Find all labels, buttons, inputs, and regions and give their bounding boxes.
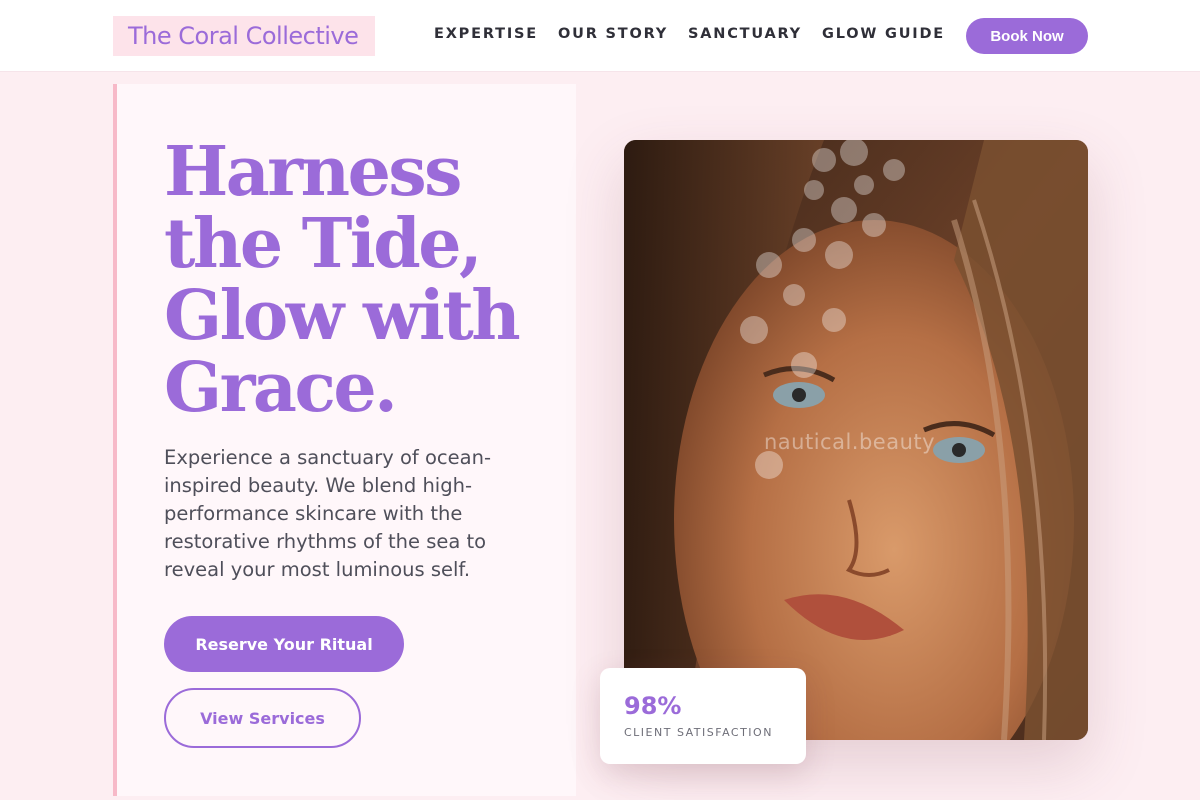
headline-line: Grace. <box>164 348 398 428</box>
brand-logo[interactable]: The Coral Collective <box>113 16 375 56</box>
book-now-button[interactable]: Book Now <box>966 18 1088 54</box>
description-line: inspired beauty. We blend high- <box>164 474 472 497</box>
headline-line: the Tide, <box>164 204 483 284</box>
headline-line: Harness <box>164 132 462 212</box>
nav-link-glow-guide[interactable]: GLOW GUIDE <box>822 26 945 42</box>
description-line: Experience a sanctuary of ocean- <box>164 446 491 469</box>
image-watermark: nautical.beauty <box>764 430 936 454</box>
description-line: reveal your most luminous self. <box>164 558 471 581</box>
description-line: performance skincare with the <box>164 502 463 525</box>
hero-description: Experience a sanctuary of ocean- inspire… <box>164 444 524 584</box>
hero-headline: Harness the Tide, Glow with Grace. <box>164 136 564 424</box>
reserve-ritual-button[interactable]: Reserve Your Ritual <box>164 616 404 672</box>
view-services-button[interactable]: View Services <box>164 688 361 748</box>
satisfaction-stat-card: 98% CLIENT SATISFACTION <box>600 668 806 764</box>
nav-link-sanctuary[interactable]: SANCTUARY <box>688 26 802 42</box>
nav-link-expertise[interactable]: EXPERTISE <box>434 26 538 42</box>
stat-label: CLIENT SATISFACTION <box>624 726 773 739</box>
nav-link-our-story[interactable]: OUR STORY <box>558 26 668 42</box>
description-line: restorative rhythms of the sea to <box>164 530 487 553</box>
headline-line: Glow with <box>164 276 521 356</box>
stat-value: 98% <box>624 692 682 720</box>
top-navigation-bar: The Coral Collective EXPERTISE OUR STORY… <box>0 0 1200 72</box>
